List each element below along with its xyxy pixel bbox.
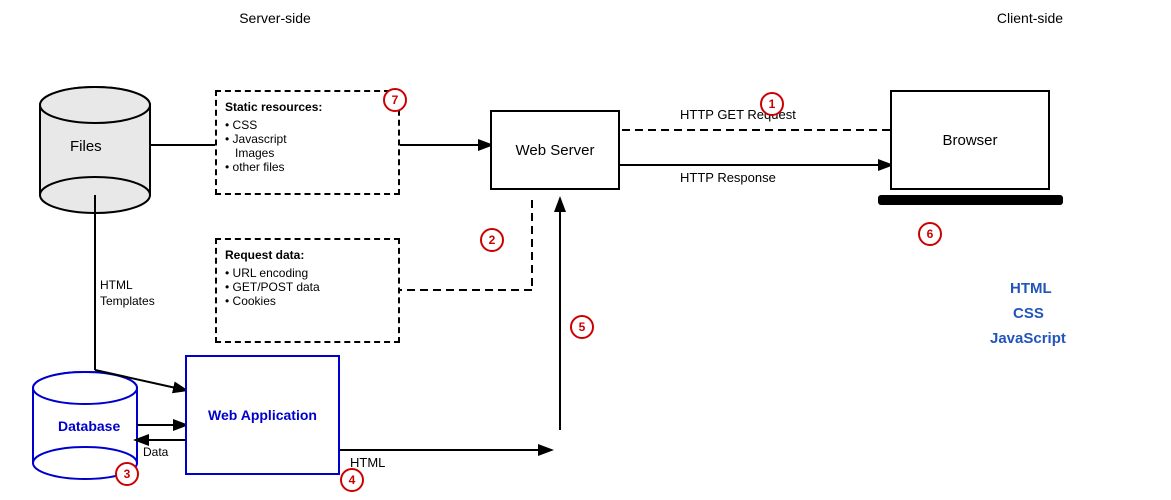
browser-box: Browser bbox=[890, 90, 1050, 190]
web-application-box: Web Application bbox=[185, 355, 340, 475]
client-html-label: HTML bbox=[1010, 280, 1052, 297]
static-other: • other files bbox=[225, 160, 390, 174]
static-resources-box: Static resources: • CSS • Javascript Ima… bbox=[215, 90, 400, 195]
files-label: Files bbox=[70, 138, 102, 155]
circle-1: 1 bbox=[760, 92, 784, 116]
circle-3: 3 bbox=[115, 462, 139, 486]
static-resources-title: Static resources: bbox=[225, 100, 390, 114]
client-js-label: JavaScript bbox=[990, 330, 1066, 347]
database-label: Database bbox=[58, 418, 120, 434]
circle-4: 4 bbox=[340, 468, 364, 492]
request-data-title: Request data: bbox=[225, 248, 390, 262]
client-side-label: Client-side bbox=[950, 10, 1110, 26]
static-css: • CSS bbox=[225, 118, 390, 132]
request-url: • URL encoding bbox=[225, 266, 390, 280]
client-css-label: CSS bbox=[1013, 305, 1044, 322]
data-label: Data bbox=[143, 445, 168, 459]
circle-5: 5 bbox=[570, 315, 594, 339]
request-cookies: • Cookies bbox=[225, 294, 390, 308]
html-templates-label: HTML Templates bbox=[100, 278, 155, 309]
server-side-label: Server-side bbox=[195, 10, 355, 26]
circle-6: 6 bbox=[918, 222, 942, 246]
browser-label: Browser bbox=[942, 132, 997, 149]
request-data-box: Request data: • URL encoding • GET/POST … bbox=[215, 238, 400, 343]
web-server-box: Web Server bbox=[490, 110, 620, 190]
http-response-label: HTTP Response bbox=[680, 170, 776, 185]
web-server-label: Web Server bbox=[516, 142, 595, 159]
static-js: • Javascript bbox=[225, 132, 390, 146]
static-images: Images bbox=[235, 146, 390, 160]
laptop-base bbox=[878, 195, 1063, 205]
circle-2: 2 bbox=[480, 228, 504, 252]
web-application-label: Web Application bbox=[208, 406, 317, 424]
request-get-post: • GET/POST data bbox=[225, 280, 390, 294]
circle-7: 7 bbox=[383, 88, 407, 112]
